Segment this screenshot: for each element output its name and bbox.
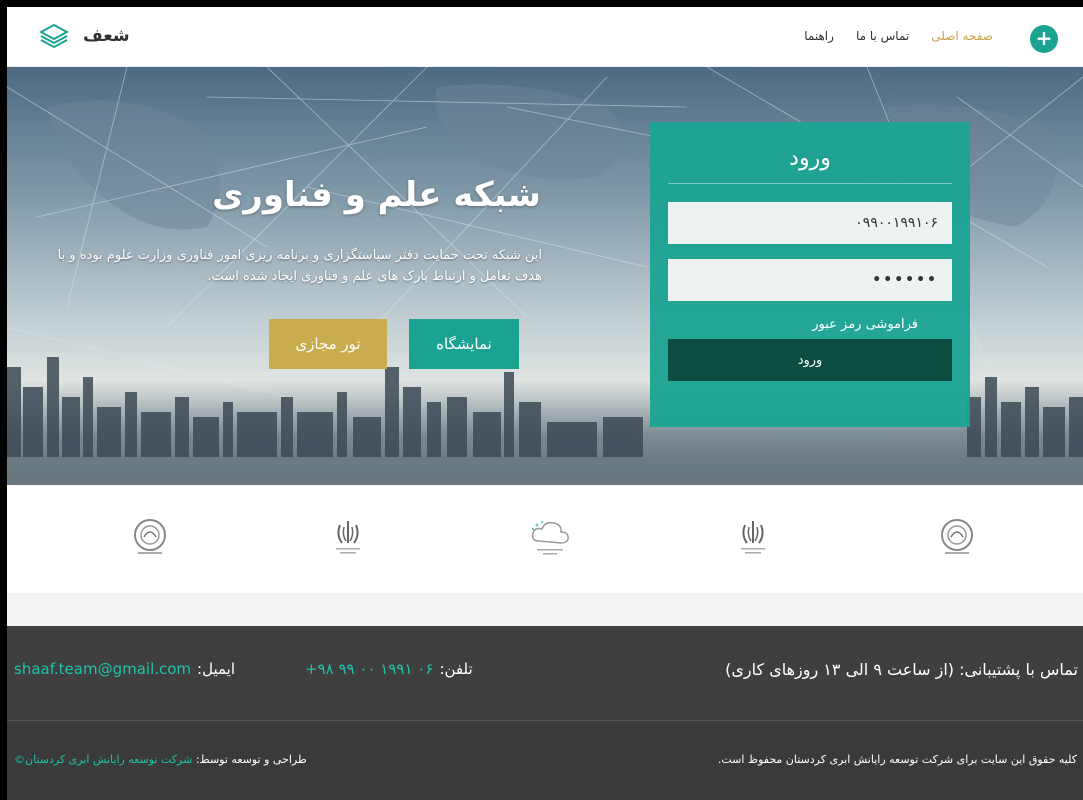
iran-emblem-logo-icon — [741, 521, 765, 554]
developer-label: طراحی و توسعه توسط: — [195, 753, 307, 766]
hero-description: این شبکه تحت حمایت دفتر سیاستگزاری و برن… — [57, 248, 542, 284]
seal-logo-icon — [134, 519, 166, 554]
footer-bottom: کلیه حقوق این سایت برای شرکت توسعه رایان… — [7, 721, 1083, 800]
virtual-tour-button[interactable]: تور مجازی — [269, 319, 387, 369]
support-hours: تماس با پشتیبانی: (از ساعت ۹ الی ۱۳ روزه… — [725, 660, 1078, 679]
email-label: ایمیل: — [197, 660, 236, 678]
spacer-band — [7, 593, 1083, 626]
navbar: + صفحه اصلی تماس با ما راهنما شعف — [7, 7, 1083, 67]
email: ایمیل: shaaf.team@gmail.com — [14, 660, 235, 678]
iran-emblem-logo-icon — [336, 521, 360, 554]
developer-credit: طراحی و توسعه توسط: شرکت توسعه رایانش اب… — [14, 753, 307, 766]
hero-title: شبکه علم و فناوری — [212, 175, 541, 215]
nav-item-home[interactable]: صفحه اصلی — [931, 29, 993, 43]
layers-logo-icon — [39, 23, 69, 49]
nav-item-contact[interactable]: تماس با ما — [856, 29, 909, 43]
phone-value[interactable]: ۰۶ ۱۹۹۱ ۰۰ ۹۹ ۹۸+ — [305, 660, 433, 678]
username-input[interactable] — [668, 202, 952, 244]
seal-logo-icon — [941, 519, 973, 554]
cloud-logo-icon — [531, 520, 569, 555]
nav-menu: صفحه اصلی تماس با ما راهنما — [804, 29, 993, 43]
partner-logos — [7, 485, 1083, 593]
login-title: ورود — [789, 146, 831, 171]
brand[interactable]: شعف — [39, 23, 130, 49]
forgot-password-link[interactable]: فراموشی رمز عبور — [812, 317, 918, 332]
exhibition-button[interactable]: نمایشگاه — [409, 319, 519, 369]
login-divider — [668, 183, 952, 184]
hero-section: شبکه علم و فناوری این شبکه تحت حمایت دفت… — [7, 67, 1083, 485]
email-link[interactable]: shaaf.team@gmail.com — [14, 660, 191, 678]
login-panel: ورود فراموشی رمز عبور ورود — [650, 122, 970, 427]
password-input[interactable] — [668, 259, 952, 301]
phone: تلفن: ۰۶ ۱۹۹۱ ۰۰ ۹۹ ۹۸+ — [305, 660, 473, 678]
footer-contact: تماس با پشتیبانی: (از ساعت ۹ الی ۱۳ روزه… — [7, 626, 1083, 721]
copyright: کلیه حقوق این سایت برای شرکت توسعه رایان… — [717, 753, 1077, 766]
login-button[interactable]: ورود — [668, 339, 952, 381]
nav-item-help[interactable]: راهنما — [804, 29, 834, 43]
phone-label: تلفن: — [439, 660, 473, 678]
page: + صفحه اصلی تماس با ما راهنما شعف شبکه ع… — [7, 7, 1083, 800]
brand-name: شعف — [83, 26, 130, 46]
developer-link[interactable]: شرکت توسعه رایانش ابری کردستان© — [14, 753, 192, 766]
plus-button[interactable]: + — [1030, 25, 1058, 53]
